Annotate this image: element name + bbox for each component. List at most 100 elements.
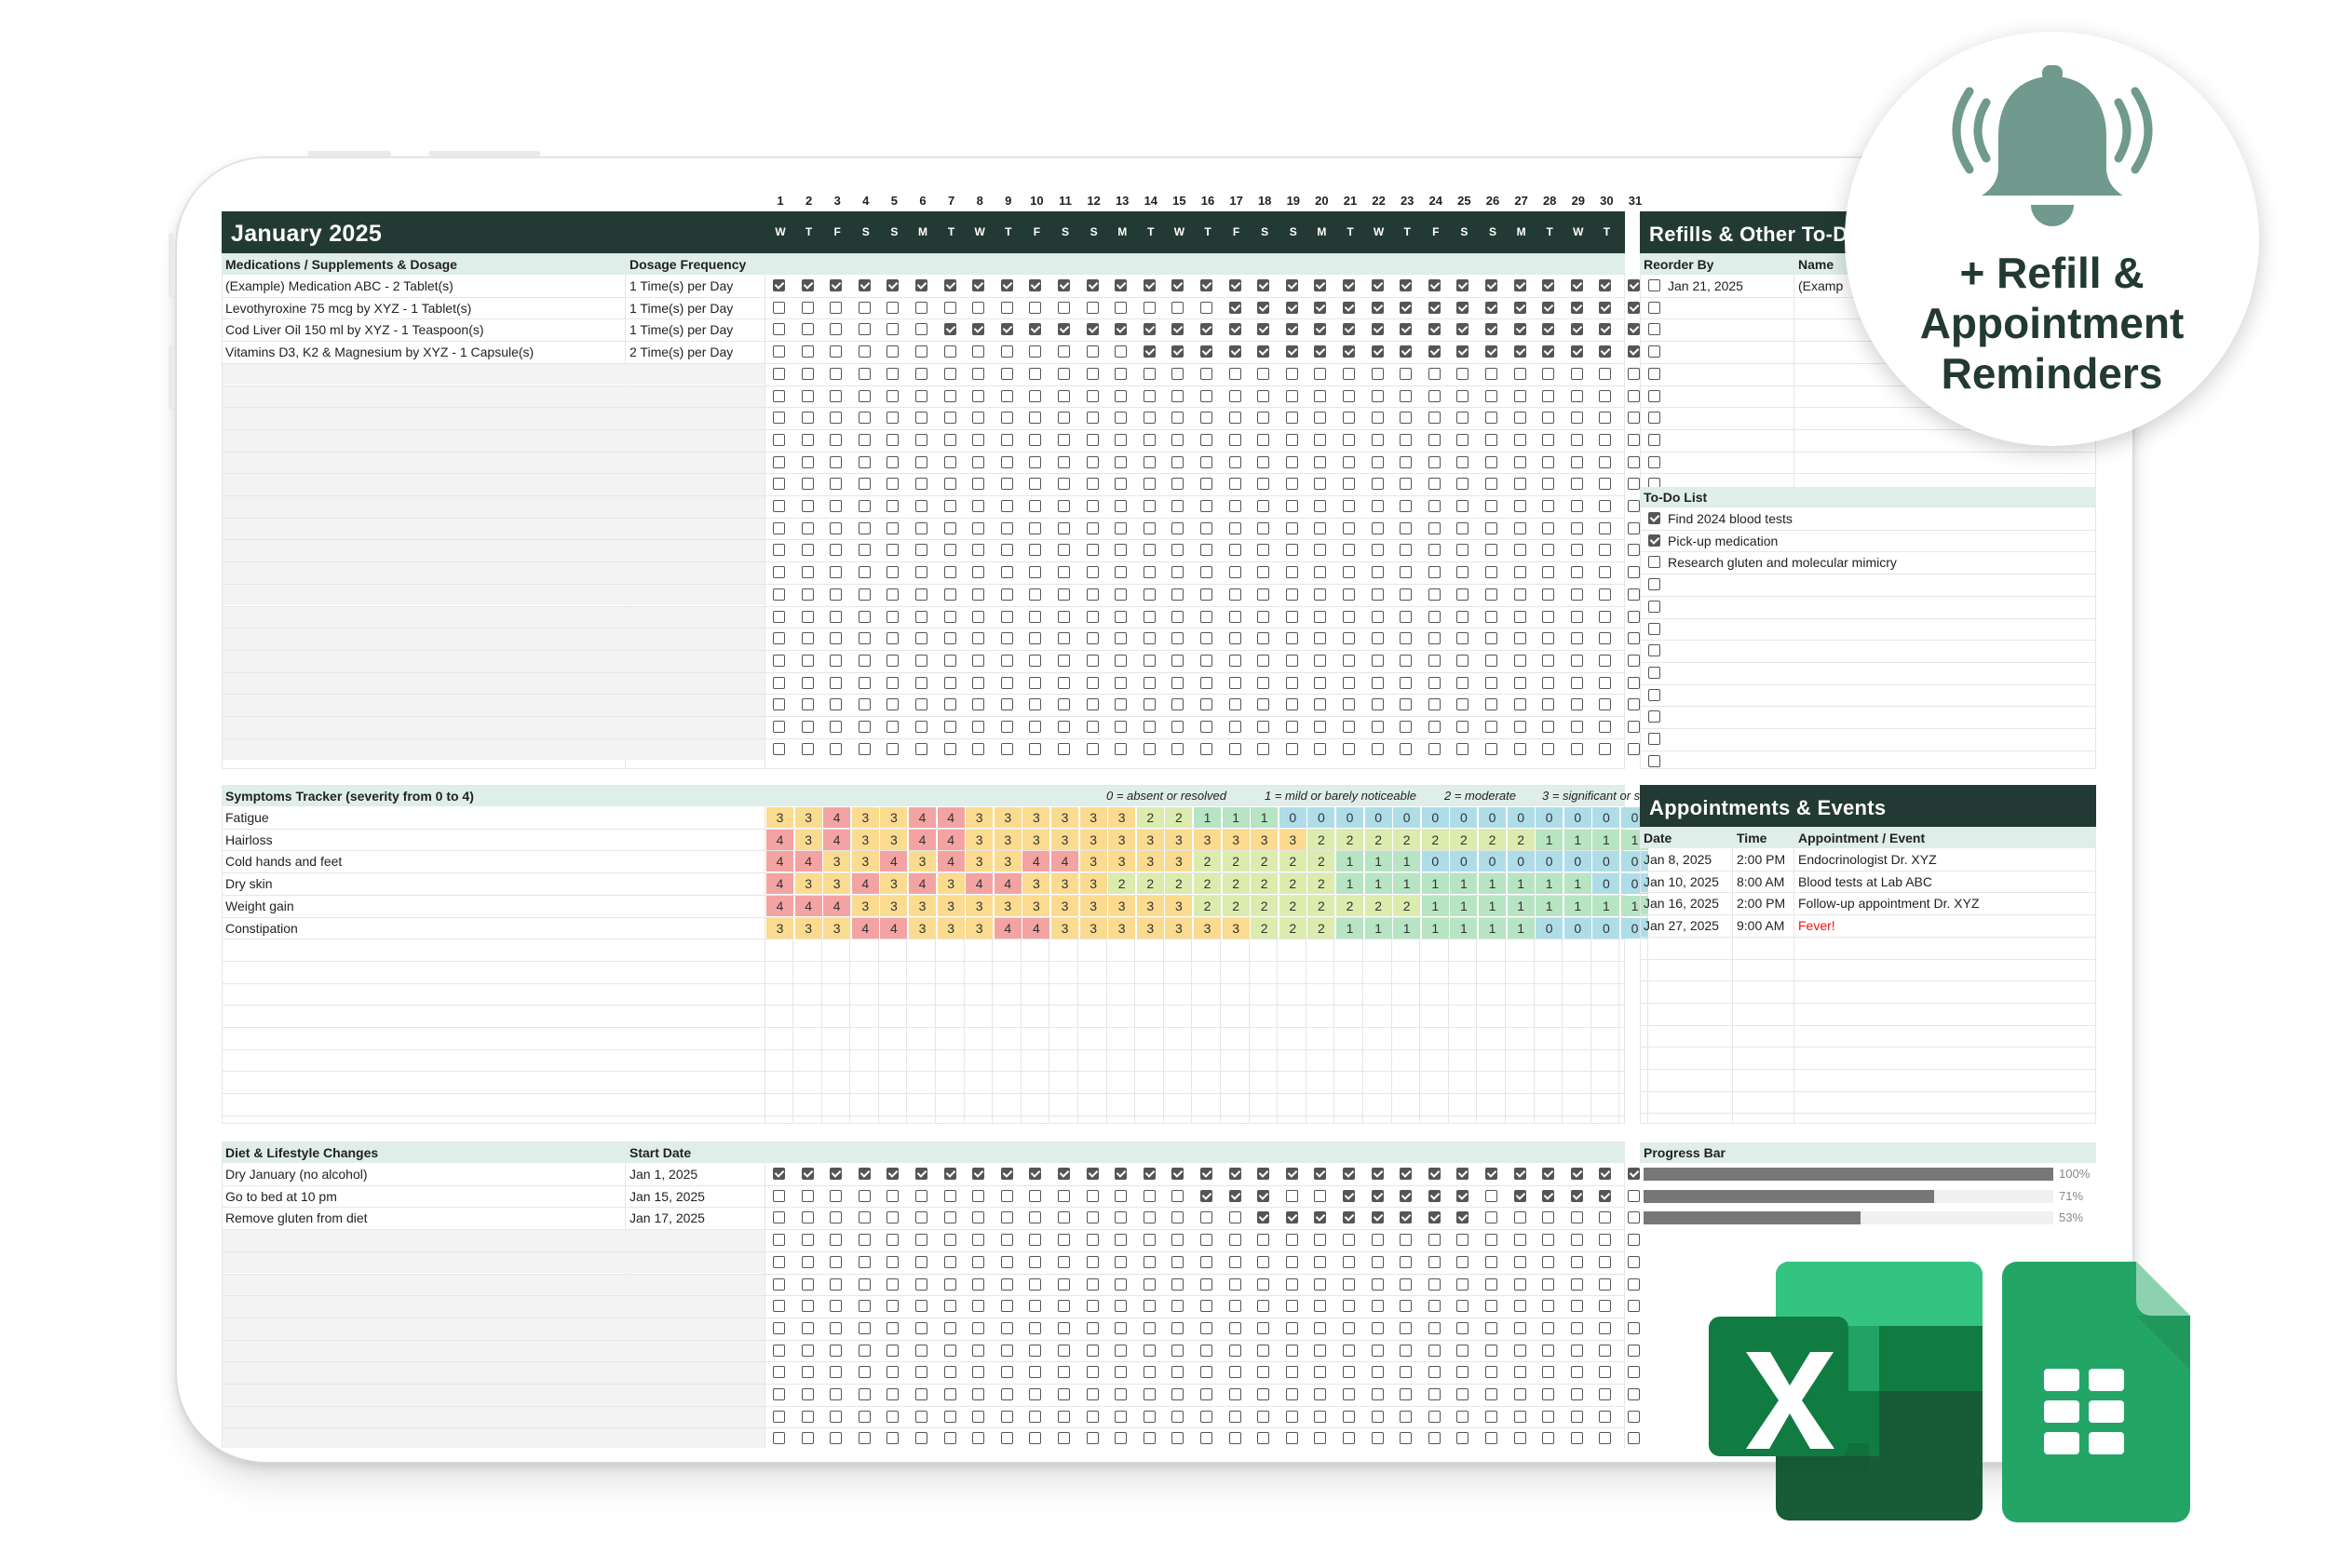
day-checkbox[interactable]	[1115, 500, 1128, 512]
day-checkbox[interactable]	[1029, 1410, 1042, 1423]
day-checkbox[interactable]	[1029, 500, 1042, 512]
day-checkbox[interactable]	[1400, 521, 1413, 534]
day-checkbox[interactable]	[1000, 455, 1013, 468]
day-checkbox[interactable]	[1570, 478, 1583, 491]
day-checkbox[interactable]	[1200, 1410, 1212, 1423]
day-checkbox[interactable]	[943, 478, 956, 491]
day-checkbox[interactable]	[1428, 1211, 1441, 1224]
day-checkbox[interactable]	[1171, 323, 1184, 336]
day-checkbox[interactable]	[1257, 279, 1270, 291]
day-checkbox[interactable]	[858, 478, 871, 491]
day-checkbox[interactable]	[801, 455, 814, 468]
refill-checkbox[interactable]	[1648, 279, 1660, 291]
day-checkbox[interactable]	[972, 1189, 985, 1202]
day-checkbox[interactable]	[1456, 412, 1469, 425]
severity-cell[interactable]: 2	[1421, 829, 1449, 850]
todo-checkbox[interactable]	[1648, 556, 1660, 569]
day-checkbox[interactable]	[1628, 1432, 1640, 1445]
day-checkbox[interactable]	[1314, 478, 1327, 491]
day-checkbox[interactable]	[1485, 345, 1497, 358]
severity-cell[interactable]: 0	[1563, 807, 1591, 828]
day-checkbox[interactable]	[1285, 323, 1298, 336]
severity-cell[interactable]: 2	[1364, 895, 1392, 916]
day-checkbox[interactable]	[801, 1321, 814, 1334]
day-checkbox[interactable]	[858, 367, 871, 380]
day-checkbox[interactable]	[1343, 566, 1355, 579]
day-checkbox[interactable]	[1343, 345, 1355, 358]
day-checkbox[interactable]	[858, 632, 871, 645]
day-checkbox[interactable]	[1456, 654, 1469, 667]
day-checkbox[interactable]	[1143, 742, 1156, 755]
day-checkbox[interactable]	[887, 521, 900, 534]
day-checkbox[interactable]	[1485, 1321, 1497, 1334]
day-checkbox[interactable]	[1143, 632, 1156, 645]
day-checkbox[interactable]	[1228, 500, 1241, 512]
day-checkbox[interactable]	[1628, 478, 1640, 491]
severity-cell[interactable]: 3	[994, 851, 1022, 872]
day-checkbox[interactable]	[1513, 500, 1526, 512]
severity-cell[interactable]: 3	[1194, 829, 1221, 850]
day-checkbox[interactable]	[1542, 721, 1555, 733]
day-checkbox[interactable]	[1000, 742, 1013, 755]
day-checkbox[interactable]	[1115, 1234, 1128, 1247]
day-checkbox[interactable]	[1628, 1300, 1640, 1313]
day-checkbox[interactable]	[1599, 698, 1612, 711]
day-checkbox[interactable]	[1228, 588, 1241, 601]
day-checkbox[interactable]	[1171, 345, 1184, 358]
day-checkbox[interactable]	[1086, 1168, 1099, 1180]
day-checkbox[interactable]	[1371, 1321, 1384, 1334]
day-checkbox[interactable]	[1542, 521, 1555, 534]
day-checkbox[interactable]	[1115, 632, 1128, 645]
day-checkbox[interactable]	[1456, 742, 1469, 755]
day-checkbox[interactable]	[1143, 676, 1156, 689]
day-checkbox[interactable]	[1285, 676, 1298, 689]
day-checkbox[interactable]	[801, 1168, 814, 1180]
severity-cell[interactable]: 4	[823, 829, 851, 850]
severity-cell[interactable]: 2	[1222, 851, 1250, 872]
day-checkbox[interactable]	[1513, 1344, 1526, 1357]
day-checkbox[interactable]	[1285, 1410, 1298, 1423]
day-checkbox[interactable]	[1570, 676, 1583, 689]
day-checkbox[interactable]	[1086, 544, 1099, 557]
severity-cell[interactable]: 3	[909, 895, 936, 916]
day-checkbox[interactable]	[1314, 544, 1327, 557]
day-checkbox[interactable]	[1029, 412, 1042, 425]
day-checkbox[interactable]	[1570, 654, 1583, 667]
day-checkbox[interactable]	[1086, 412, 1099, 425]
day-checkbox[interactable]	[1086, 632, 1099, 645]
day-checkbox[interactable]	[1000, 1277, 1013, 1291]
day-checkbox[interactable]	[1599, 1410, 1612, 1423]
day-checkbox[interactable]	[1400, 367, 1413, 380]
day-checkbox[interactable]	[1371, 433, 1384, 446]
day-checkbox[interactable]	[1086, 455, 1099, 468]
day-checkbox[interactable]	[887, 1277, 900, 1291]
day-checkbox[interactable]	[1058, 544, 1070, 557]
day-checkbox[interactable]	[1570, 566, 1583, 579]
day-checkbox[interactable]	[1343, 676, 1355, 689]
day-checkbox[interactable]	[1485, 1255, 1497, 1268]
severity-cell[interactable]: 1	[1336, 917, 1363, 939]
day-checkbox[interactable]	[1400, 544, 1413, 557]
day-checkbox[interactable]	[1228, 544, 1241, 557]
severity-cell[interactable]: 1	[1479, 873, 1506, 895]
day-checkbox[interactable]	[943, 1234, 956, 1247]
severity-cell[interactable]: 3	[937, 873, 965, 895]
day-checkbox[interactable]	[887, 742, 900, 755]
day-checkbox[interactable]	[1628, 1366, 1640, 1379]
day-checkbox[interactable]	[1599, 566, 1612, 579]
day-checkbox[interactable]	[1456, 1321, 1469, 1334]
severity-cell[interactable]: 3	[880, 807, 908, 828]
day-checkbox[interactable]	[1000, 610, 1013, 623]
day-checkbox[interactable]	[915, 1168, 927, 1180]
day-checkbox[interactable]	[1400, 345, 1413, 358]
severity-cell[interactable]: 3	[1051, 895, 1078, 916]
day-checkbox[interactable]	[1513, 521, 1526, 534]
day-checkbox[interactable]	[1285, 1277, 1298, 1291]
day-checkbox[interactable]	[1513, 412, 1526, 425]
day-checkbox[interactable]	[1400, 1321, 1413, 1334]
day-checkbox[interactable]	[1115, 1189, 1128, 1202]
day-checkbox[interactable]	[858, 323, 871, 336]
day-checkbox[interactable]	[1200, 1300, 1212, 1313]
day-checkbox[interactable]	[1542, 566, 1555, 579]
day-checkbox[interactable]	[1086, 521, 1099, 534]
